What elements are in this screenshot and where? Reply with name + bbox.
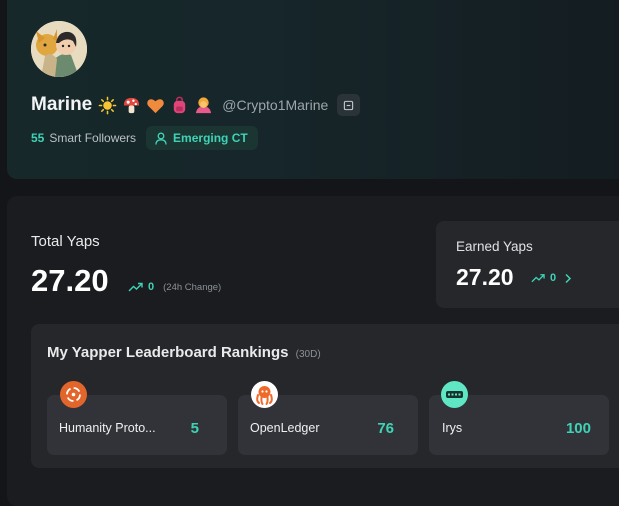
leaderboard-item-rank: 5 [190,420,199,437]
openledger-octopus-glyph [256,386,273,405]
person-bowing-emoji-icon [196,96,212,113]
avatar-illustration [31,21,87,77]
leaderboard-item-rank: 100 [565,420,591,437]
mushroom-emoji-icon [124,97,140,113]
humanity-protocol-logo-icon [60,381,87,408]
profile-meta-row: 55 Smart Followers Emerging CT [31,126,258,150]
profile-name: Marine [31,94,93,115]
smart-followers-count: 55 [31,131,45,145]
irys-glyph [446,391,463,398]
profile-name-row: Marine @Crypto1Marine [31,92,361,118]
profile-card [7,0,619,179]
total-yaps-value: 27.20 [31,263,109,298]
orange-heart-emoji-icon [147,98,165,113]
copy-icon [344,100,354,110]
irys-logo-icon [441,381,468,408]
humanity-protocol-glyph [66,387,81,402]
total-yaps-change-label: (24h Change) [163,281,222,293]
openledger-octopus-logo-icon [251,381,278,408]
total-yaps-change-value: 0 [148,281,155,293]
leaderboard-item-name: OpenLedger [250,421,320,435]
leaderboard-item-name: Irys [442,421,463,435]
earned-yaps-change-value: 0 [550,272,557,284]
copy-handle-button[interactable] [337,94,361,116]
earned-yaps-change: 0 [531,272,572,284]
leaderboard-item-rank: 76 [377,420,394,437]
chevron-right-icon[interactable] [564,273,572,284]
user-icon [155,132,167,145]
status-badge-label: Emerging CT [173,131,248,145]
smart-followers-label: Smart Followers [49,131,137,145]
trending-up-icon [531,274,545,283]
total-yaps-title: Total Yaps [31,233,100,250]
earned-yaps-title: Earned Yaps [456,239,533,254]
leaderboard-title-text: My Yapper Leaderboard Rankings [47,344,289,361]
profile-handle[interactable]: @Crypto1Marine [222,97,328,113]
avatar[interactable] [31,21,87,77]
leaderboard-title: My Yapper Leaderboard Rankings (30D) [47,344,321,361]
status-badge: Emerging CT [146,126,258,150]
leaderboard-period: (30D) [295,349,321,360]
backpack-emoji-icon [174,96,186,113]
total-yaps-change: 0 (24h Change) [128,281,221,293]
sun-emoji-icon [98,96,117,114]
earned-yaps-value: 27.20 [456,264,514,290]
trending-up-icon [128,282,143,292]
